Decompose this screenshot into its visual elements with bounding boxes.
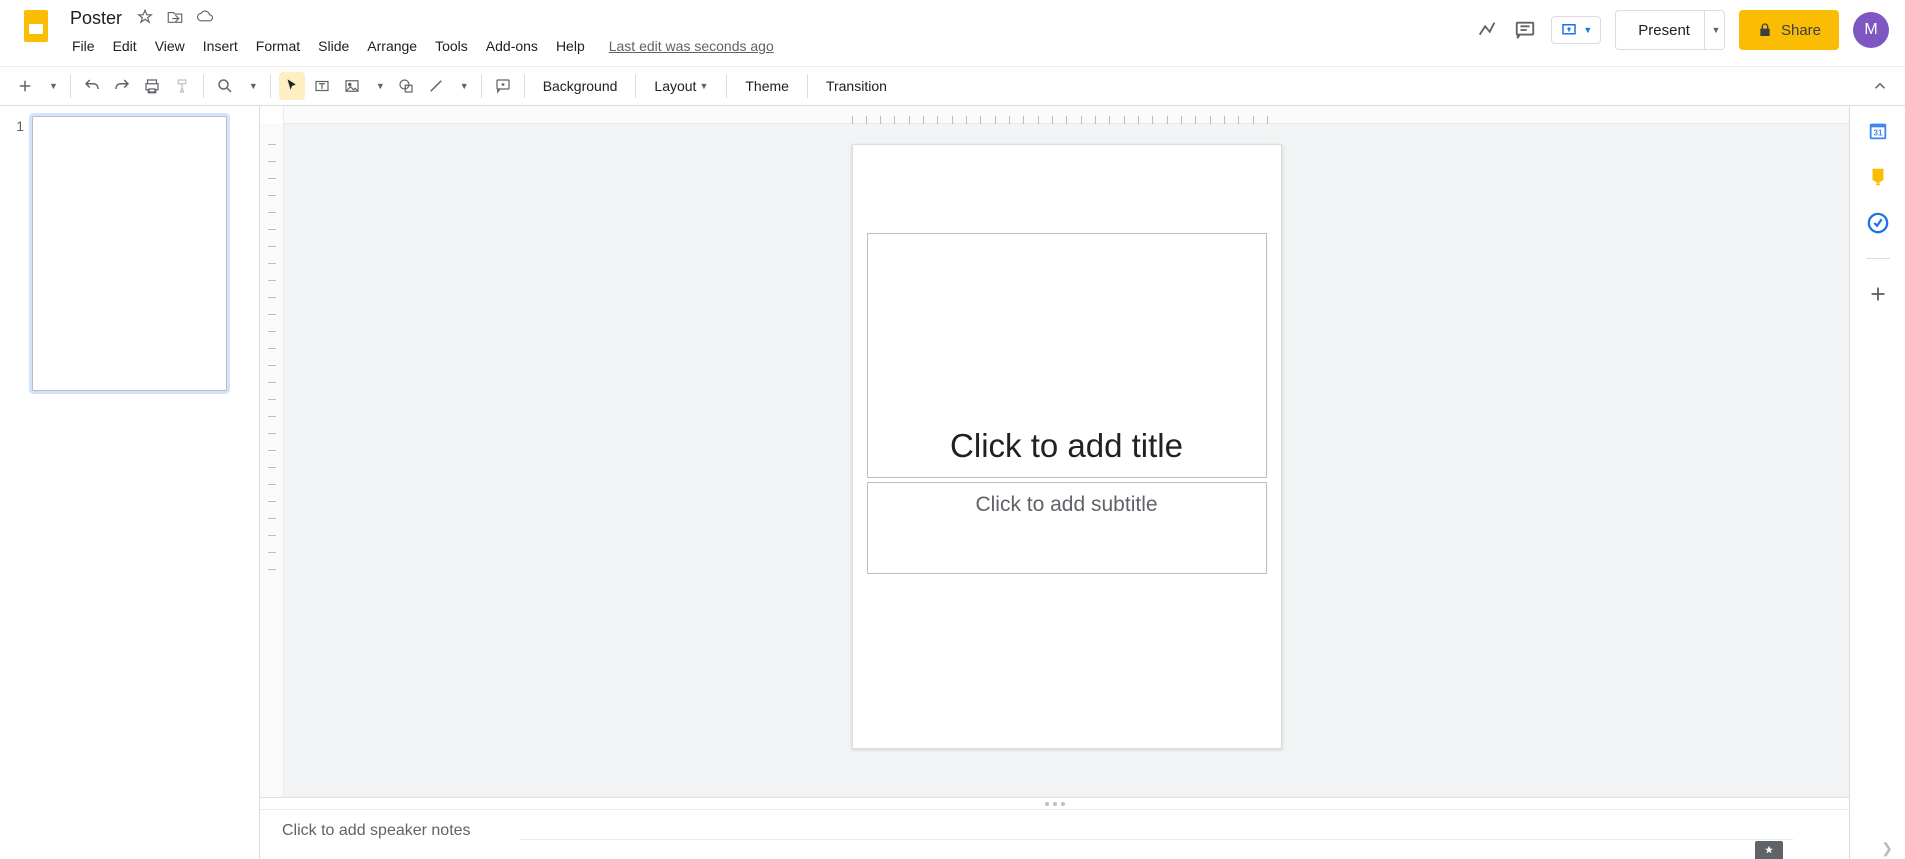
account-avatar[interactable]: M — [1853, 12, 1889, 48]
svg-text:31: 31 — [1873, 129, 1883, 138]
hide-sidepanel-button[interactable]: ❯ — [1881, 840, 1893, 857]
subtitle-placeholder[interactable]: Click to add subtitle — [867, 482, 1267, 574]
transition-button[interactable]: Transition — [816, 72, 897, 100]
textbox-tool[interactable] — [309, 72, 335, 100]
image-dropdown[interactable]: ▼ — [369, 72, 389, 100]
slide-canvas[interactable]: Click to add title Click to add subtitle — [284, 124, 1849, 797]
explore-button[interactable] — [1755, 841, 1783, 859]
undo-button[interactable] — [79, 72, 105, 100]
menu-bar: File Edit View Insert Format Slide Arran… — [64, 32, 1475, 60]
slide[interactable]: Click to add title Click to add subtitle — [852, 144, 1282, 749]
separator — [70, 74, 71, 98]
menu-slide[interactable]: Slide — [310, 34, 357, 58]
side-panel: 31 — [1849, 106, 1905, 859]
vertical-ruler[interactable] — [260, 124, 284, 797]
horizontal-ruler[interactable] — [284, 106, 1849, 124]
theme-button[interactable]: Theme — [735, 72, 799, 100]
zoom-button[interactable] — [212, 72, 238, 100]
comment-button[interactable] — [490, 72, 516, 100]
share-button[interactable]: Share — [1739, 10, 1839, 50]
chevron-down-icon: ▼ — [249, 81, 258, 91]
slide-number: 1 — [12, 116, 24, 849]
filmstrip-panel[interactable]: 1 — [0, 106, 260, 859]
menu-format[interactable]: Format — [248, 34, 308, 58]
tasks-icon[interactable] — [1867, 212, 1889, 234]
paint-format-button[interactable] — [169, 72, 195, 100]
menu-help[interactable]: Help — [548, 34, 593, 58]
title-placeholder-text: Click to add title — [950, 427, 1183, 465]
present-label: Present — [1638, 22, 1690, 39]
redo-button[interactable] — [109, 72, 135, 100]
canvas-area: Click to add title Click to add subtitle… — [260, 106, 1849, 859]
activity-icon[interactable] — [1475, 18, 1499, 42]
separator — [1866, 258, 1890, 259]
bottom-bar — [520, 839, 1793, 859]
line-dropdown[interactable]: ▼ — [453, 72, 473, 100]
calendar-icon[interactable]: 31 — [1867, 120, 1889, 142]
app-header: Poster File Edit View Insert Format Slid… — [0, 0, 1905, 66]
chevron-down-icon: ▼ — [460, 81, 469, 91]
image-tool[interactable] — [339, 72, 365, 100]
separator — [807, 74, 808, 98]
notes-drag-handle[interactable] — [260, 797, 1849, 809]
subtitle-placeholder-text: Click to add subtitle — [975, 493, 1157, 517]
separator — [481, 74, 482, 98]
ruler-corner — [260, 106, 284, 124]
separator — [203, 74, 204, 98]
menu-tools[interactable]: Tools — [427, 34, 476, 58]
share-label: Share — [1781, 22, 1821, 39]
new-slide-dropdown[interactable]: ▼ — [42, 72, 62, 100]
separator — [726, 74, 727, 98]
slides-logo[interactable] — [16, 6, 56, 46]
present-button[interactable]: Present — [1616, 11, 1704, 49]
keep-icon[interactable] — [1867, 166, 1889, 188]
toolbar: ▼ ▼ ▼ ▼ Background Layout▼ Theme Transit… — [0, 66, 1905, 106]
shape-tool[interactable] — [393, 72, 419, 100]
separator — [270, 74, 271, 98]
last-edit-link[interactable]: Last edit was seconds ago — [609, 38, 774, 54]
chevron-down-icon: ▼ — [1583, 25, 1592, 35]
menu-insert[interactable]: Insert — [195, 34, 246, 58]
chevron-down-icon: ▼ — [376, 81, 385, 91]
new-slide-button[interactable] — [12, 72, 38, 100]
main-workspace: 1 Click to add title Click to add subtit… — [0, 106, 1905, 859]
menu-addons[interactable]: Add-ons — [478, 34, 546, 58]
chevron-down-icon: ▼ — [49, 81, 58, 91]
title-placeholder[interactable]: Click to add title — [867, 233, 1267, 478]
comments-icon[interactable] — [1513, 18, 1537, 42]
menu-file[interactable]: File — [64, 34, 103, 58]
present-dropdown[interactable]: ▼ — [1704, 11, 1724, 49]
slide-thumbnail-1[interactable] — [32, 116, 227, 391]
menu-edit[interactable]: Edit — [105, 34, 145, 58]
separator — [524, 74, 525, 98]
layout-button[interactable]: Layout▼ — [644, 72, 718, 100]
zoom-dropdown[interactable]: ▼ — [242, 72, 262, 100]
document-title-input[interactable]: Poster — [64, 6, 128, 31]
chevron-down-icon: ▼ — [699, 81, 708, 91]
move-icon[interactable] — [166, 8, 184, 29]
menu-arrange[interactable]: Arrange — [359, 34, 425, 58]
menu-view[interactable]: View — [147, 34, 193, 58]
separator — [635, 74, 636, 98]
star-icon[interactable] — [136, 8, 154, 29]
line-tool[interactable] — [423, 72, 449, 100]
select-tool[interactable] — [279, 72, 305, 100]
hide-menus-button[interactable] — [1867, 72, 1893, 100]
layout-label: Layout — [654, 78, 696, 94]
background-button[interactable]: Background — [533, 72, 628, 100]
cloud-status-icon[interactable] — [196, 8, 214, 29]
chevron-down-icon: ▼ — [1712, 25, 1721, 35]
print-button[interactable] — [139, 72, 165, 100]
present-to-meeting-button[interactable]: ▼ — [1551, 16, 1601, 44]
add-on-plus-icon[interactable] — [1867, 283, 1889, 305]
